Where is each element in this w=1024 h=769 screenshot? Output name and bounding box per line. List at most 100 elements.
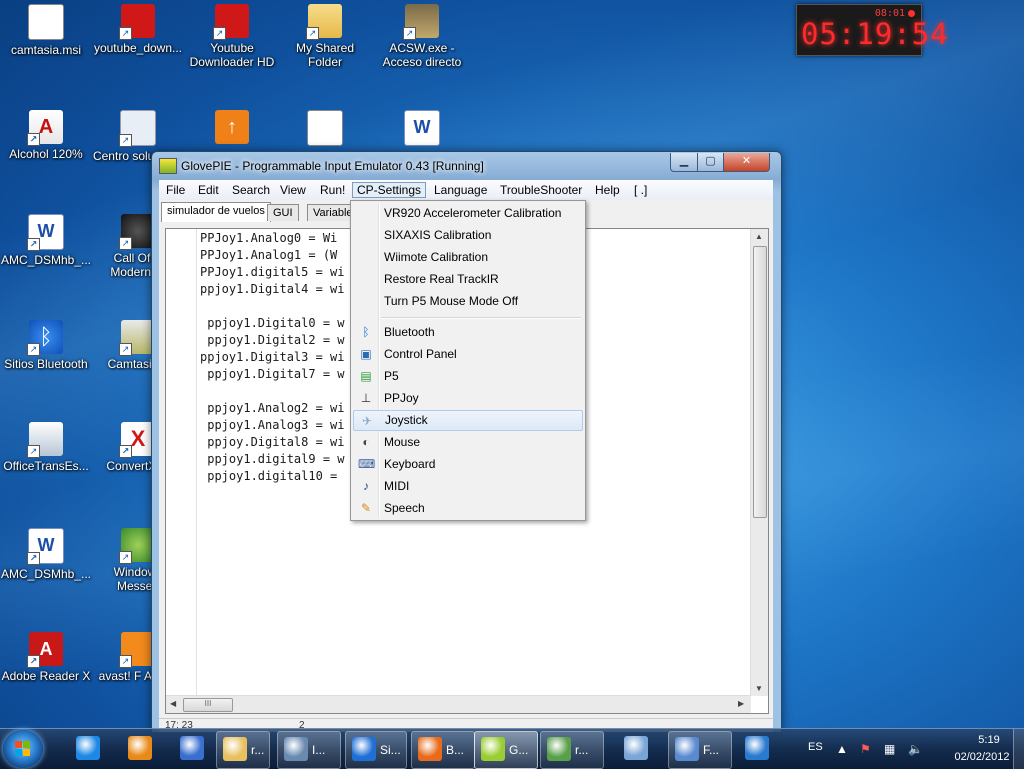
menu-item-vr920-accelerometer-calibration[interactable]: VR920 Accelerometer Calibration: [353, 203, 581, 224]
menu-troubleshooter[interactable]: TroubleShooter: [496, 182, 586, 198]
menu-item-ppjoy[interactable]: ⊥ PPJoy: [353, 388, 581, 409]
vertical-scrollbar[interactable]: ▲ ▼: [750, 229, 768, 696]
avast-antivirus-icon: ↗: [119, 632, 155, 668]
menu-help[interactable]: Help: [591, 182, 624, 198]
menu-item-speech[interactable]: ✎ Speech: [353, 498, 581, 519]
clock-gadget[interactable]: 08:01 05:19:54: [796, 4, 948, 56]
maximize-button[interactable]: ▢: [697, 153, 724, 172]
menu-item-midi[interactable]: ♪ MIDI: [353, 476, 581, 497]
menu-item-sixaxis-calibration[interactable]: SIXAXIS Calibration: [353, 225, 581, 246]
bluetooth-icon: ᛒ: [362, 325, 370, 339]
desktop-icon[interactable]: [279, 110, 371, 149]
desktop-icon[interactable]: W ↗ AMC_DSMhb_...: [0, 528, 92, 581]
menu-view[interactable]: View: [276, 182, 310, 198]
taskbar-button-label: G...: [509, 743, 529, 757]
menu-item-restore-real-trackir[interactable]: Restore Real TrackIR: [353, 269, 581, 290]
camtasia-msi-icon: [28, 4, 64, 40]
menu-search[interactable]: Search: [228, 182, 274, 198]
cp-settings-menu: VR920 Accelerometer Calibration SIXAXIS C…: [350, 200, 586, 521]
desktop-icon[interactable]: ↑: [186, 110, 278, 147]
clock-indicator-icon: [908, 10, 915, 17]
language-indicator[interactable]: ES: [808, 741, 823, 753]
desktop-icon[interactable]: ↗ My Shared Folder: [279, 4, 371, 69]
ppjoy-icon: ⊥: [360, 391, 372, 405]
shortcut-arrow-icon: ↗: [119, 237, 132, 250]
menu-item-joystick[interactable]: ✈ Joystick: [353, 410, 583, 431]
volume-icon[interactable]: 🔈: [908, 742, 923, 756]
desktop-icon[interactable]: W: [376, 110, 468, 149]
scroll-up-icon[interactable]: ▲: [755, 232, 763, 241]
tray-time[interactable]: 5:19: [958, 734, 1020, 746]
scroll-down-icon[interactable]: ▼: [755, 684, 763, 693]
menu-item-mouse[interactable]: ◐ Mouse: [353, 432, 581, 453]
tray-date[interactable]: 02/02/2012: [944, 751, 1020, 763]
desktop-icon-label: AMC_DSMhb_...: [0, 567, 92, 581]
taskbar-button-firefox[interactable]: B...: [411, 731, 475, 769]
menu-item-control-panel[interactable]: ▣ Control Panel: [353, 344, 581, 365]
desktop-icon[interactable]: ᛒ ↗ Sitios Bluetooth: [0, 320, 92, 371]
menu-extra[interactable]: [ .]: [630, 182, 651, 198]
minimize-button[interactable]: ▁: [670, 153, 698, 172]
taskbar-button-label: F...: [703, 743, 720, 757]
close-button[interactable]: ✕: [723, 153, 770, 172]
scroll-left-icon[interactable]: ◀: [170, 699, 176, 708]
desktop-icon[interactable]: A ↗ Alcohol 120%: [0, 110, 92, 161]
system-tray: ES ▲ ⚑ ▦ 🔈 5:19 02/02/2012: [804, 729, 1024, 769]
horizontal-scrollbar[interactable]: ◀ III ▶: [166, 695, 751, 713]
taskbar-button-bluetooth[interactable]: Si...: [345, 731, 407, 769]
text-document-icon: [307, 110, 343, 146]
taskbar-button-messenger[interactable]: r...: [540, 731, 604, 769]
desktop-icon[interactable]: ↗ ACSW.exe - Acceso directo: [376, 4, 468, 69]
menu-item-bluetooth[interactable]: ᛒ Bluetooth: [353, 322, 581, 343]
word-document-icon: W: [404, 110, 440, 146]
taskbar-button-people[interactable]: F...: [668, 731, 732, 769]
laptop-icon: [284, 737, 308, 761]
adobe-reader-icon: A ↗: [27, 632, 63, 668]
taskbar-button-glovepie[interactable]: G...: [474, 731, 538, 769]
menu-item-p5[interactable]: ▤ P5: [353, 366, 581, 387]
speech-icon: ✎: [360, 501, 372, 515]
desktop-icon[interactable]: camtasia.msi: [0, 4, 92, 57]
menu-item-label: Joystick: [385, 413, 428, 427]
desktop-icon[interactable]: ↗ youtube_down...: [92, 4, 184, 55]
network-icon[interactable]: ▦: [884, 742, 895, 756]
menu-item-label: VR920 Accelerometer Calibration: [384, 206, 562, 220]
show-desktop-button[interactable]: [1013, 729, 1024, 769]
shortcut-arrow-icon: ↗: [119, 134, 132, 147]
tab-gui[interactable]: GUI: [267, 204, 299, 221]
desktop-icon[interactable]: A ↗ Adobe Reader X: [0, 632, 92, 683]
desktop-icon-label: Adobe Reader X: [1, 669, 91, 683]
shortcut-arrow-icon: ↗: [27, 655, 40, 668]
tab-simulador-de-vuelos[interactable]: simulador de vuelos: [161, 202, 271, 222]
taskbar-button-media-player[interactable]: [114, 731, 166, 767]
taskbar-button-folder[interactable]: r...: [216, 731, 270, 769]
menu-run[interactable]: Run!: [316, 182, 349, 198]
horizontal-scroll-thumb[interactable]: III: [183, 698, 233, 712]
menu-language[interactable]: Language: [430, 182, 491, 198]
shortcut-arrow-icon: ↗: [27, 343, 40, 356]
menu-edit[interactable]: Edit: [194, 182, 223, 198]
taskbar-button-laptop[interactable]: I...: [277, 731, 341, 769]
desktop-icon[interactable]: ↗ OfficeTransEs...: [0, 422, 92, 473]
show-hidden-icons-icon[interactable]: ▲: [836, 742, 848, 756]
action-center-icon[interactable]: ⚑: [860, 742, 871, 756]
keyboard-icon: ⌨: [358, 457, 376, 471]
code-line: ppjoy1.Digital4 = wi: [200, 282, 345, 296]
desktop-icon[interactable]: ↗ Youtube Downloader HD: [186, 4, 278, 69]
menu-item-label: Bluetooth: [384, 325, 435, 339]
menu-item-wiimote-calibration[interactable]: Wiimote Calibration: [353, 247, 581, 268]
vertical-scroll-thumb[interactable]: [753, 246, 767, 518]
taskbar-button-arch-app[interactable]: [730, 731, 784, 767]
taskbar-button-user-app[interactable]: [166, 731, 218, 767]
scroll-right-icon[interactable]: ▶: [738, 699, 744, 708]
taskbar-button-internet-explorer[interactable]: [62, 731, 114, 767]
menu-item-keyboard[interactable]: ⌨ Keyboard: [353, 454, 581, 475]
desktop-icon[interactable]: W ↗ AMC_DSMhb_...: [0, 214, 92, 267]
window-titlebar[interactable]: GlovePIE - Programmable Input Emulator 0…: [152, 152, 781, 180]
taskbar-button-contacts[interactable]: [606, 731, 666, 767]
start-button[interactable]: [3, 730, 43, 768]
menu-item-turn-p5-mouse-mode-off[interactable]: Turn P5 Mouse Mode Off: [353, 291, 581, 312]
menu-cp-settings[interactable]: CP-Settings: [352, 182, 427, 198]
menu-file[interactable]: File: [162, 182, 189, 198]
